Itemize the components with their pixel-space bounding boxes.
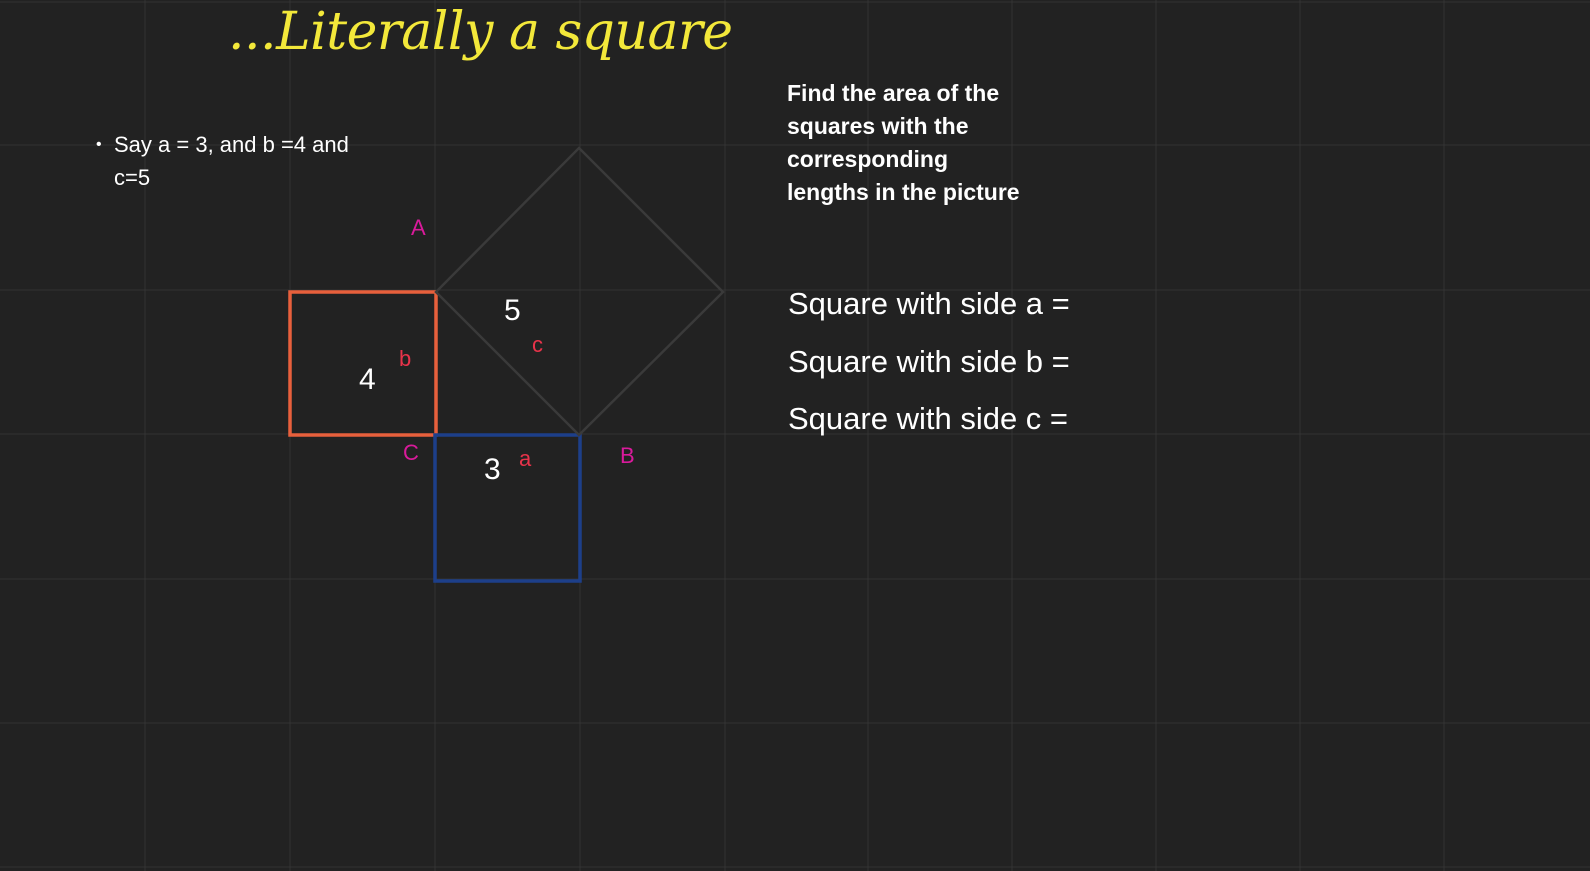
square-on-side-a: [433, 433, 582, 583]
vertex-label-c: C: [403, 440, 419, 465]
side-label-c: c: [532, 332, 543, 357]
vertex-label-b: B: [620, 443, 635, 468]
square-on-side-c: [434, 146, 725, 437]
side-label-a: a: [519, 446, 532, 471]
length-b: 4: [359, 363, 376, 396]
length-a: 3: [484, 453, 501, 486]
pythagoras-diagram: [288, 146, 725, 583]
side-label-b: b: [399, 346, 412, 371]
vertex-label-a: A: [411, 215, 426, 240]
length-c: 5: [504, 294, 521, 327]
